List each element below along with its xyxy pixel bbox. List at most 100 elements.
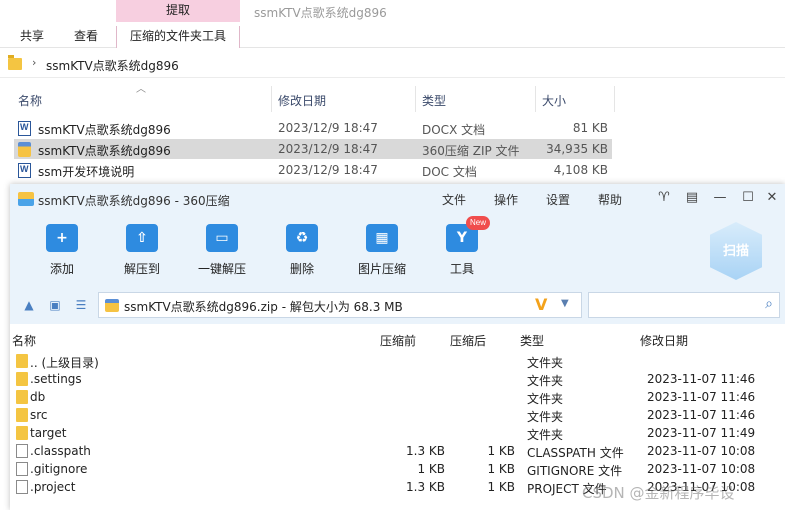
tab-view[interactable]: 查看: [74, 26, 98, 48]
image-compress-button[interactable]: ▦ 图片压缩: [350, 220, 414, 282]
column-divider[interactable]: [535, 86, 536, 112]
file-date: 2023/12/9 18:47: [278, 142, 378, 156]
zip-list-row[interactable]: src 文件夹 2023-11-07 11:46: [10, 406, 785, 424]
column-date[interactable]: 修改日期: [278, 92, 326, 109]
extract-to-label: 解压到: [123, 262, 160, 276]
file-icon: [16, 462, 28, 476]
file-name: ssmKTV点歌系统dg896: [38, 144, 171, 158]
column-before[interactable]: 压缩前: [380, 332, 416, 349]
zip-row-name: db: [30, 390, 46, 404]
file-row[interactable]: ssmKTV点歌系统dg896 2023/12/9 18:47 DOCX 文档 …: [14, 118, 612, 138]
tools-label: 工具: [449, 262, 474, 276]
column-divider[interactable]: [614, 86, 615, 112]
up-arrow-icon[interactable]: ▲: [22, 298, 36, 312]
zip-row-date: 2023-11-07 10:08: [647, 444, 756, 458]
file-row[interactable]: ssm开发环境说明 2023/12/9 18:47 DOC 文档 4,108 K…: [14, 160, 612, 180]
extract-context-tab[interactable]: 提取: [116, 0, 240, 22]
v-verified-icon[interactable]: V: [535, 295, 547, 314]
file-date: 2023/12/9 18:47: [278, 121, 378, 135]
column-type[interactable]: 类型: [520, 332, 544, 349]
zip-row-date: 2023-11-07 11:46: [647, 390, 756, 404]
file-icon: [16, 444, 28, 458]
one-click-extract-button[interactable]: ▭ 一键解压: [190, 220, 254, 282]
column-name[interactable]: 名称: [12, 332, 36, 349]
zip-titlebar[interactable]: ssmKTV点歌系统dg896 - 360压缩 文件 操作 设置 帮助 ♈ ▤ …: [10, 184, 785, 214]
menu-operation[interactable]: 操作: [494, 191, 518, 208]
column-size[interactable]: 大小: [542, 92, 566, 109]
file-icon: [16, 480, 28, 494]
sort-up-icon: ︿: [136, 84, 146, 95]
file-type: 360压缩 ZIP 文件: [422, 144, 520, 158]
zip-icon: [105, 299, 119, 312]
column-headers: ︿ 名称 修改日期 类型 大小: [0, 84, 785, 112]
column-divider[interactable]: [415, 86, 416, 112]
address-bar[interactable]: › ssmKTV点歌系统dg896: [0, 52, 785, 78]
delete-button[interactable]: ♻ 删除: [270, 220, 334, 282]
zip-row-name: .classpath: [30, 444, 91, 458]
zip-window: ssmKTV点歌系统dg896 - 360压缩 文件 操作 设置 帮助 ♈ ▤ …: [10, 184, 785, 510]
zip-row-after: 1 KB: [487, 462, 515, 476]
word-doc-icon: [18, 121, 31, 136]
image-compress-label: 图片压缩: [357, 262, 406, 276]
list-view-icon[interactable]: ☰: [74, 298, 88, 312]
tab-compressed-folder-tools[interactable]: 压缩的文件夹工具: [116, 26, 240, 48]
zip-path-text: ssmKTV点歌系统dg896.zip - 解包大小为 68.3 MB: [124, 300, 403, 314]
file-name: ssm开发环境说明: [38, 165, 135, 179]
add-icon: +: [46, 224, 78, 252]
column-after[interactable]: 压缩后: [450, 332, 486, 349]
file-size: 4,108 KB: [553, 163, 608, 177]
add-label: 添加: [49, 262, 74, 276]
thumbnail-view-icon[interactable]: ▣: [48, 298, 62, 312]
menu-file[interactable]: 文件: [442, 191, 466, 208]
address-path[interactable]: ssmKTV点歌系统dg896: [46, 57, 179, 74]
zip-row-before: 1.3 KB: [406, 480, 445, 494]
zip-row-after: 1 KB: [487, 444, 515, 458]
chevron-down-icon[interactable]: ▼: [561, 298, 569, 309]
zip-row-type: 文件夹: [527, 356, 564, 370]
one-click-extract-label: 一键解压: [197, 262, 246, 276]
extract-to-icon: ⇧: [126, 224, 158, 252]
tab-share[interactable]: 共享: [20, 26, 44, 48]
file-row-selected[interactable]: ssmKTV点歌系统dg896 2023/12/9 18:47 360压缩 ZI…: [14, 139, 612, 159]
zip-path-field[interactable]: ssmKTV点歌系统dg896.zip - 解包大小为 68.3 MB V ▼: [98, 292, 582, 318]
maximize-button[interactable]: ☐: [740, 190, 756, 206]
menu-help[interactable]: 帮助: [598, 191, 622, 208]
zip-row-after: 1 KB: [487, 480, 515, 494]
delete-icon: ♻: [286, 224, 318, 252]
feedback-icon[interactable]: ▤: [684, 190, 700, 206]
column-type[interactable]: 类型: [422, 92, 446, 109]
skin-icon[interactable]: ♈: [656, 190, 672, 206]
csdn-watermark: CSDN @金新程序毕设: [582, 484, 735, 502]
zip-row-name: src: [30, 408, 48, 422]
minimize-button[interactable]: —: [712, 190, 728, 206]
zip-list-row[interactable]: target 文件夹 2023-11-07 11:49: [10, 424, 785, 442]
add-button[interactable]: + 添加: [30, 220, 94, 282]
zip-row-type: GITIGNORE 文件: [527, 464, 623, 478]
zip-list-row[interactable]: db 文件夹 2023-11-07 11:46: [10, 388, 785, 406]
zip-row-before: 1 KB: [417, 462, 445, 476]
column-name[interactable]: 名称: [18, 92, 42, 109]
folder-icon: [16, 408, 28, 422]
zip-list-row[interactable]: .settings 文件夹 2023-11-07 11:46: [10, 370, 785, 388]
extract-to-button[interactable]: ⇧ 解压到: [110, 220, 174, 282]
zip-row-type: CLASSPATH 文件: [527, 446, 624, 460]
search-icon[interactable]: ⌕: [765, 296, 773, 312]
close-button[interactable]: ✕: [764, 190, 780, 206]
image-compress-icon: ▦: [366, 224, 398, 252]
one-click-extract-icon: ▭: [206, 224, 238, 252]
zip-search-input[interactable]: ⌕: [588, 292, 780, 318]
zip-list-row[interactable]: .. (上级目录) 文件夹: [10, 352, 785, 370]
zip-row-date: 2023-11-07 11:46: [647, 372, 756, 386]
zip-row-date: 2023-11-07 11:46: [647, 408, 756, 422]
explorer-ribbon: 提取 ssmKTV点歌系统dg896 共享 查看 压缩的文件夹工具: [0, 0, 785, 48]
zip-window-title: ssmKTV点歌系统dg896 - 360压缩: [38, 194, 230, 208]
zip-list-row[interactable]: .classpath 1.3 KB 1 KB CLASSPATH 文件 2023-11-…: [10, 442, 785, 460]
column-date[interactable]: 修改日期: [640, 332, 688, 349]
column-divider[interactable]: [271, 86, 272, 112]
zip-row-name: .project: [30, 480, 76, 494]
scan-button[interactable]: 扫描: [710, 222, 762, 280]
folder-icon: [16, 372, 28, 386]
menu-settings[interactable]: 设置: [546, 191, 570, 208]
zip-row-type: 文件夹: [527, 374, 564, 388]
zip-list-row[interactable]: .gitignore 1 KB 1 KB GITIGNORE 文件 2023-11-07…: [10, 460, 785, 478]
